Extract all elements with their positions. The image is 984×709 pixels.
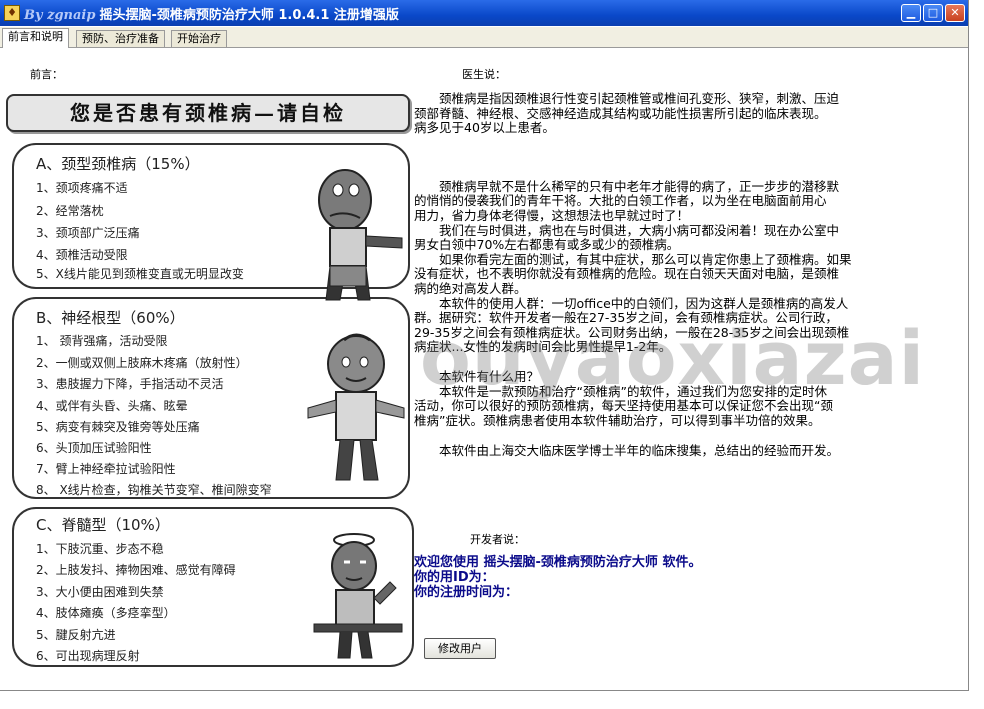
doctor-line: 病的绝对高发人群。 (414, 281, 527, 296)
title-text: 摇头摆脑-颈椎病预防治疗大师 1.0.4.1 注册增强版 (99, 8, 399, 23)
window-title: By zgnaip 摇头摆脑-颈椎病预防治疗大师 1.0.4.1 注册增强版 (24, 4, 399, 23)
list-item: 3、患肢握力下降，手指活动不灵活 (36, 377, 224, 391)
modify-user-button[interactable]: 修改用户 (424, 638, 496, 659)
doctor-line: 颈椎病是指因颈椎退行性变引起颈椎管或椎间孔变形、狭窄，刺激、压迫 (414, 92, 840, 106)
tab-strip: 前言和说明 预防、治疗准备 开始治疗 (0, 27, 968, 48)
close-icon: ✕ (950, 6, 960, 19)
neck-pain-figure-icon (318, 169, 403, 301)
doctor-line: 颈部脊髓、神经根、交感神经造成其结构或功能性损害所引起的临床表现。 (414, 106, 827, 121)
self-check-headline: 您是否患有颈椎病—请自检 (6, 94, 410, 132)
list-item: 4、颈椎活动受限 (36, 248, 128, 262)
section-title: A、颈型颈椎病（15%） (36, 155, 200, 173)
list-item: 5、腱反射亢进 (36, 628, 116, 642)
list-item: 2、上肢发抖、捧物困难、感觉有障碍 (36, 563, 236, 577)
list-item: 7、臂上神经牵拉试验阳性 (36, 462, 176, 476)
doctor-line: 病多见于40岁以上患者。 (414, 121, 555, 136)
tab-preface[interactable]: 前言和说明 (2, 28, 69, 48)
tab-prevention[interactable]: 预防、治疗准备 (76, 30, 165, 47)
maximize-button[interactable]: □ (923, 4, 943, 22)
list-item: 3、大小便由困难到失禁 (36, 585, 164, 599)
doctor-line: 本软件的使用人群：一切office中的白领们，因为这群人是颈椎病的高发人 (414, 296, 849, 311)
list-item: 2、一侧或双侧上肢麻木疼痛（放射性） (36, 356, 248, 370)
section-title: B、神经根型（60%） (36, 309, 185, 327)
doctor-line: 用力，省力身体老得慢，这想想法也早就过时了！ (414, 208, 690, 223)
doctor-line: 的悄悄的侵袭我们的青年干将。大批的白领工作者，以为坐在电脑面前用心 (414, 194, 827, 209)
welcome-line: 欢迎您使用 摇头摆脑-颈椎病预防治疗大师 软件。 (414, 555, 702, 570)
list-item: 5、X线片能见到颈椎变直或无明显改变 (36, 267, 244, 281)
minimize-button[interactable]: ▁ (901, 4, 921, 22)
dizzy-figure-icon (313, 533, 403, 659)
nerve-pain-figure-icon (307, 333, 405, 481)
doctor-line: 没有症状，也不表明你就没有颈椎病的危险。现在白领天天面对电脑，是颈椎 (414, 267, 840, 282)
app-window: ♦ By zgnaip 摇头摆脑-颈椎病预防治疗大师 1.0.4.1 注册增强版 … (0, 0, 969, 691)
list-item: 1、下肢沉重、步态不稳 (36, 542, 164, 556)
list-item: 1、 颈背强痛，活动受限 (36, 334, 168, 348)
close-button[interactable]: ✕ (945, 4, 965, 22)
app-icon[interactable]: ♦ (4, 5, 20, 21)
doctor-line: 本软件由上海交大临床医学博士半年的临床搜集，总结出的经验而开发。 (414, 444, 840, 459)
preface-label: 前言： (30, 68, 63, 81)
doctor-line: 我们在与时俱进，病也在与时俱进，大病小病可都没闲着！现在办公室中 (414, 223, 840, 238)
list-item: 6、头顶加压试验阳性 (36, 441, 152, 455)
register-time-line: 你的注册时间为： (414, 585, 519, 600)
doctor-line: 如果你看完左面的测试，有其中症状，那么可以肯定你患上了颈椎病。如果 (414, 252, 852, 267)
list-item: 4、肢体瘫痪（多痉挛型） (36, 606, 176, 620)
list-item: 8、 X线片检查，钩椎关节变窄、椎间隙变窄 (36, 483, 272, 497)
developer-says-text: 欢迎您使用 摇头摆脑-颈椎病预防治疗大师 软件。 你的用ID为： 你的注册时间为… (414, 555, 701, 600)
doctor-line: 椎病”症状。颈椎病患者使用本软件辅助治疗，可以得到事半功倍的效果。 (414, 413, 821, 428)
user-id-line: 你的用ID为： (414, 570, 495, 585)
minimize-icon: ▁ (906, 6, 916, 19)
list-item: 2、经常落枕 (36, 204, 104, 218)
doctor-line: 男女白领中70%左右都患有或多或少的颈椎病。 (414, 238, 680, 253)
maximize-icon: □ (927, 6, 939, 19)
tab-start-treatment[interactable]: 开始治疗 (171, 30, 227, 47)
list-item: 6、可出现病理反射 (36, 649, 140, 663)
list-item: 4、或伴有头昏、头痛、眩晕 (36, 399, 188, 413)
developer-label: 开发者说： (470, 533, 525, 546)
doctor-label: 医生说： (462, 68, 506, 81)
title-prefix: By zgnaip (24, 8, 96, 23)
watermark: ouyaoxiazai (420, 316, 925, 402)
list-item: 5、病变有棘突及锥旁等处压痛 (36, 420, 200, 434)
list-item: 1、颈项疼痛不适 (36, 181, 128, 195)
title-bar[interactable]: ♦ By zgnaip 摇头摆脑-颈椎病预防治疗大师 1.0.4.1 注册增强版 … (0, 0, 968, 26)
section-title: C、脊髓型（10%） (36, 516, 170, 534)
doctor-line: 颈椎病早就不是什么稀罕的只有中老年才能得的病了，正一步步的潜移默 (414, 179, 840, 194)
doctor-says-text: 颈椎病是指因颈椎退行性变引起颈椎管或椎间孔变形、狭窄，刺激、压迫 颈部脊髓、神经… (414, 92, 948, 459)
list-item: 3、颈项部广泛压痛 (36, 226, 140, 240)
